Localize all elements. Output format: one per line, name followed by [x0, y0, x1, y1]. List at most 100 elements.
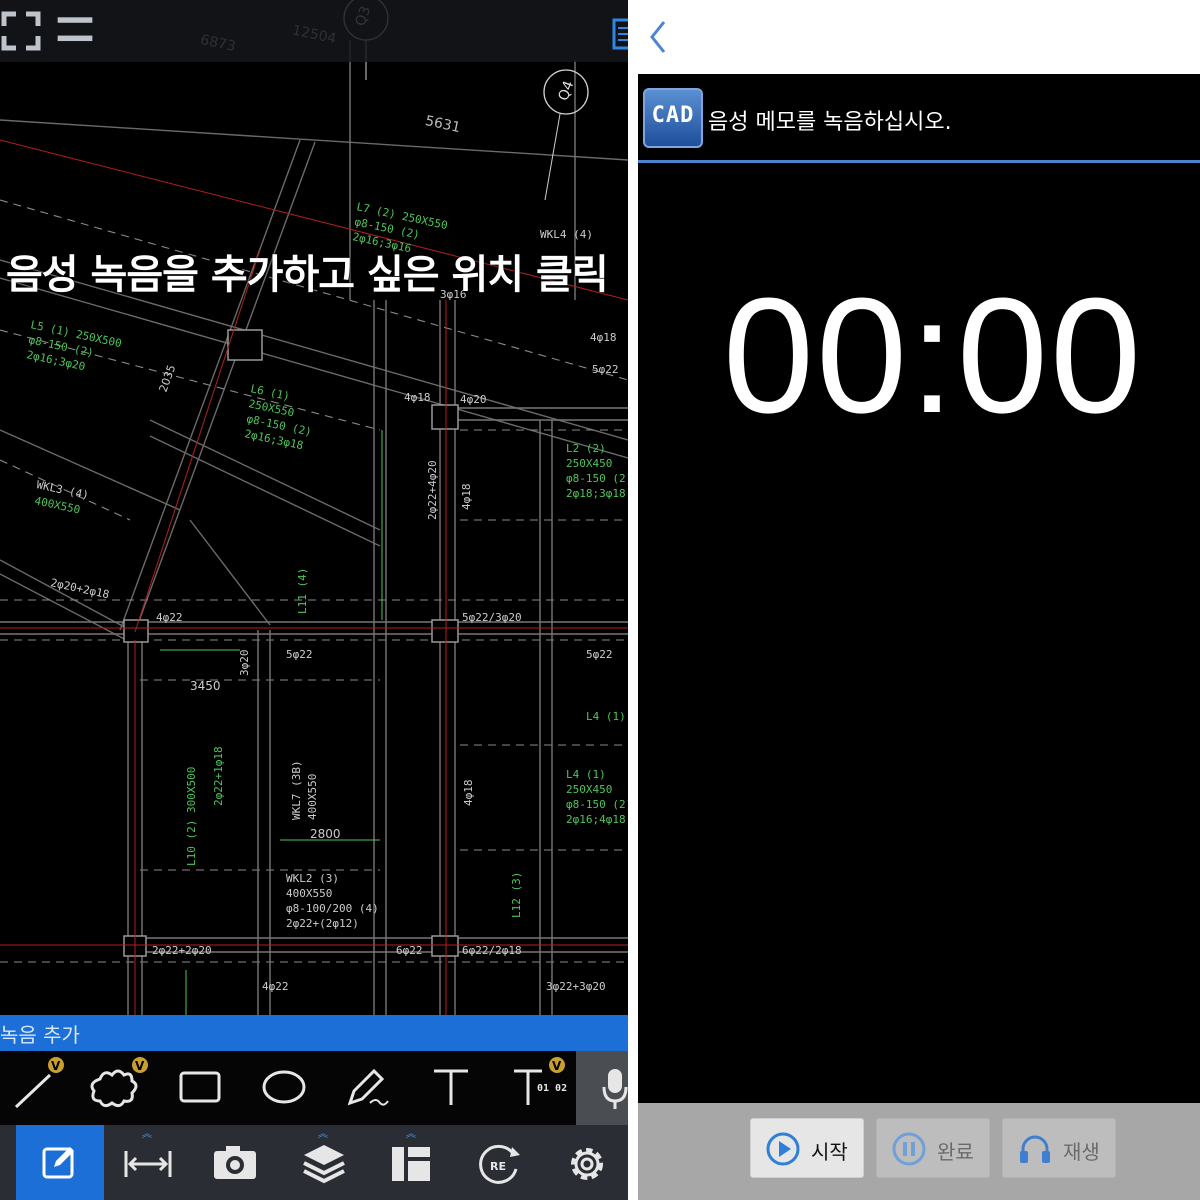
done-label: 완료 [937, 1140, 974, 1164]
rebar-label: 2φ22+2φ20 [152, 944, 212, 957]
recording-timer: 00:00 [722, 264, 1144, 447]
rebar-label: 4φ18 [590, 331, 617, 344]
panel-divider [628, 0, 638, 1200]
rebar-label: 5φ22 [286, 648, 313, 661]
text-tool-button[interactable] [420, 1051, 504, 1125]
beam-label: 250X450 [566, 457, 612, 470]
layers-icon: ︽ [303, 1129, 345, 1184]
headphones-icon [1020, 1135, 1050, 1163]
cloud-tool-button[interactable]: V [84, 1051, 168, 1125]
nav-edit[interactable] [16, 1125, 104, 1200]
rebar-label: 4φ22 [156, 611, 183, 624]
beam-label: L2 (2) [566, 442, 606, 455]
back-chevron-icon[interactable] [642, 14, 678, 60]
nav-revision[interactable]: RE [456, 1125, 544, 1200]
rebar-label: 4φ22 [262, 980, 289, 993]
sketch-tool-button[interactable] [336, 1051, 420, 1125]
beam-label: L4 (1) [566, 768, 606, 781]
rebar-label: 6φ22 [396, 944, 423, 957]
line-tool-button[interactable]: V [0, 1051, 84, 1125]
pencil-icon [347, 1068, 389, 1106]
rebar-label: 2φ22+4φ20 [426, 460, 439, 520]
rebar-label: 4φ18 [404, 391, 431, 404]
voice-tool-button[interactable] [576, 1051, 628, 1125]
beam-label: φ8-150 (2) [566, 472, 628, 485]
dimension-text: 2800 [310, 827, 341, 841]
nav-settings[interactable] [544, 1125, 628, 1200]
menu-icon[interactable] [54, 10, 96, 52]
logo-text: CAD [651, 103, 695, 128]
line-icon: V [14, 1057, 64, 1109]
play-circle-icon [766, 1132, 800, 1166]
viewer-top-bar [0, 0, 628, 62]
measure-icon: ︽ [124, 1129, 172, 1177]
svg-text:︽: ︽ [406, 1129, 416, 1140]
svg-text:︽: ︽ [142, 1129, 152, 1140]
markup-toolbar: V V 01 02 V [0, 1051, 628, 1125]
play-button[interactable]: 재생 [1002, 1118, 1116, 1178]
svg-text:V: V [135, 1059, 145, 1073]
rebar-label: 4φ20 [460, 393, 487, 406]
microphone-icon [602, 1069, 628, 1109]
revision-badge: RE [490, 1160, 506, 1173]
svg-text:V: V [552, 1059, 562, 1073]
beam-label: φ8-100/200 (4) [286, 902, 379, 915]
rebar-label: 4φ18 [460, 484, 473, 511]
done-button[interactable]: 완료 [876, 1118, 990, 1178]
beam-label: 2φ22+(2φ12) [286, 917, 359, 930]
beam-label: L12 (3) [510, 872, 523, 918]
header-bar [638, 0, 1200, 74]
beam-label: 2φ16;4φ18 [566, 813, 626, 826]
start-label: 시작 [811, 1140, 848, 1164]
edit-icon [42, 1147, 74, 1179]
beam-label: 400X550 [286, 887, 332, 900]
rectangle-tool-button[interactable] [168, 1051, 252, 1125]
beam-label: 2φ18;3φ18 [566, 487, 626, 500]
layout-icon: ︽ [392, 1129, 430, 1181]
rebar-label: 5φ22/3φ20 [462, 611, 522, 624]
numbered-text-label: 01 02 [537, 1083, 567, 1094]
beam-label: WKL2 (3) [286, 872, 339, 885]
rebar-label: 3φ20 [238, 650, 251, 677]
nav-layers[interactable]: ︽ [280, 1125, 368, 1200]
rectangle-icon [179, 1071, 221, 1103]
recording-controls: 시작 완료 재생 [638, 1103, 1200, 1200]
rebar-label: 5φ22 [592, 363, 619, 376]
beam-label: WKL4 (4) [540, 228, 593, 241]
camera-icon [214, 1146, 256, 1179]
fullscreen-icon[interactable] [0, 10, 42, 52]
dialog-title-bar: CAD 음성 메모를 녹음하십시오. [638, 74, 1200, 163]
svg-text:V: V [51, 1059, 61, 1073]
cloud-icon: V [90, 1057, 148, 1108]
tap-location-hint: 음성 녹음을 추가하고 싶은 위치 클릭 [6, 252, 609, 298]
nav-measure[interactable]: ︽ [104, 1125, 192, 1200]
cad-viewer-panel: Q3 Q4 6873 12504 5631 3450 2800 2035 WKL… [0, 0, 628, 1200]
dialog-title: 음성 메모를 녹음하십시오. [708, 110, 952, 135]
beam-label: L4 (1) [586, 710, 626, 723]
rebar-label: 4φ18 [462, 780, 475, 807]
voice-memo-panel: CAD 음성 메모를 녹음하십시오. 00:00 시작 완료 재생 [638, 0, 1200, 1200]
beam-label: L10 (2) 300X500 [185, 767, 198, 866]
bottom-navigation: ︽ ︽ ︽ RE [0, 1125, 628, 1200]
ellipse-tool-button[interactable] [252, 1051, 336, 1125]
rebar-label: 3φ22+3φ20 [546, 980, 606, 993]
rebar-label: 5φ22 [586, 648, 613, 661]
beam-label: WKL7 (3B) [290, 760, 303, 820]
pause-circle-icon [892, 1132, 926, 1166]
beam-label: 2φ22+1φ18 [212, 746, 225, 806]
ellipse-icon [262, 1070, 306, 1104]
nav-layout[interactable]: ︽ [368, 1125, 456, 1200]
cad-drawing-canvas[interactable]: Q3 Q4 6873 12504 5631 3450 2800 2035 WKL… [0, 0, 628, 1015]
nav-camera[interactable] [192, 1125, 280, 1200]
start-button[interactable]: 시작 [750, 1118, 864, 1178]
play-label: 재생 [1063, 1140, 1100, 1164]
beam-label: 400X550 [306, 774, 319, 820]
text-icon [434, 1069, 468, 1105]
mode-label: 녹음 추가 [0, 1023, 80, 1047]
revision-icon: RE [479, 1144, 520, 1184]
svg-text:︽: ︽ [318, 1129, 328, 1140]
files-icon[interactable] [604, 10, 628, 52]
beam-label: L11 (4) [296, 568, 309, 614]
gear-icon [571, 1148, 603, 1180]
cad-app-logo: CAD [643, 88, 703, 148]
